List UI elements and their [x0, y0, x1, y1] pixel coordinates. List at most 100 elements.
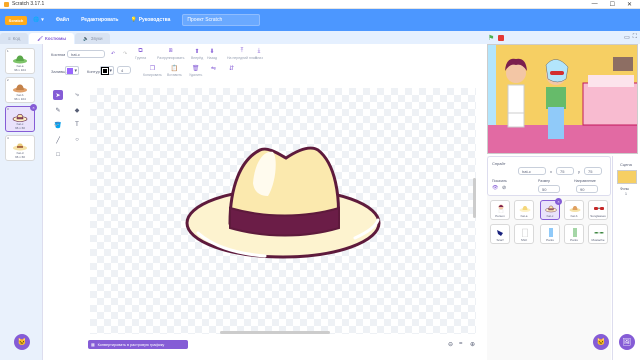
costume-name-input[interactable]: hat-c	[67, 50, 105, 58]
stop-icon[interactable]	[498, 34, 505, 41]
redo-icon[interactable]: ↷	[123, 51, 127, 57]
outline-color-picker[interactable]: ▾	[100, 66, 114, 75]
select-tool[interactable]: ➤	[53, 90, 63, 100]
vertical-scrollbar[interactable]	[473, 178, 476, 218]
eye-hidden-icon[interactable]: ⊘	[502, 185, 506, 191]
sprite-name-input[interactable]: hat-c	[518, 167, 546, 175]
rectangle-tool[interactable]: □	[53, 150, 63, 160]
stage-scene	[488, 45, 637, 153]
sprite-label: Спрайт	[492, 161, 506, 166]
sprite-item[interactable]: Sunglasses	[588, 200, 608, 220]
window-titlebar: Scratch 3.17.1 — ☐ ✕	[0, 0, 640, 9]
zoom-out-icon[interactable]: ⊖	[448, 341, 453, 348]
paste-button[interactable]: 📋 Вставить	[167, 65, 182, 77]
front-button[interactable]: ⤒ На передний план	[227, 48, 257, 60]
drawing-canvas[interactable]	[90, 88, 476, 334]
y-label: y	[578, 169, 580, 174]
text-tool[interactable]: T	[72, 120, 82, 130]
sunglasses-sprite-icon	[594, 207, 604, 210]
flip-horizontal-button[interactable]: ⇋	[211, 65, 216, 72]
add-backdrop-button[interactable]: 🖼	[619, 334, 635, 350]
undo-icon[interactable]: ↶	[111, 51, 115, 57]
minimize-button[interactable]: —	[592, 1, 598, 8]
scratch-logo[interactable]: Scratch	[5, 15, 27, 25]
close-button[interactable]: ✕	[627, 1, 632, 8]
eye-icon[interactable]: 👁	[492, 185, 498, 191]
add-sprite-button[interactable]: 🐱	[593, 334, 609, 350]
y-input[interactable]: 75	[584, 167, 602, 175]
sprite-item-selected[interactable]: hat-c ×	[540, 198, 562, 220]
sprite-item[interactable]: Mustache	[588, 224, 608, 244]
costume-item[interactable]: 2 hat-b 96 x 104	[5, 77, 35, 103]
backward-button[interactable]: ⬇ Назад	[207, 48, 217, 60]
costume-number: 4	[7, 136, 9, 140]
stage-selector[interactable]: Сцена Фоны 1 🖼	[612, 156, 640, 360]
bitmap-icon: ▦	[91, 343, 95, 347]
costume-item[interactable]: 1 hat-a 96 x 104	[5, 48, 35, 74]
brush-icon: ✎	[55, 107, 61, 114]
eraser-tool[interactable]: ◆	[72, 105, 82, 115]
pants-sprite-icon	[573, 228, 577, 237]
size-input[interactable]: 50	[538, 185, 560, 193]
x-input[interactable]: 75	[556, 167, 574, 175]
backdrop-thumbnail	[617, 170, 637, 184]
fullscreen-icon[interactable]: ⛶	[633, 34, 637, 41]
sprite-item[interactable]: Pants	[540, 224, 560, 244]
brush-tool[interactable]: ✎	[53, 105, 63, 115]
delete-sprite-icon[interactable]: ×	[555, 198, 562, 205]
costume-item[interactable]: 4 hat-d 96 x 60	[5, 135, 35, 161]
forward-button[interactable]: ⬆ Вперёд	[191, 48, 203, 60]
horizontal-scrollbar[interactable]	[220, 331, 330, 334]
fill-tool[interactable]: 🪣	[53, 120, 63, 130]
tab-sounds[interactable]: 🔈 Звуки	[75, 33, 111, 44]
stage-size-icon[interactable]: ▭	[624, 34, 630, 41]
costume-number: 1	[7, 49, 9, 53]
file-menu[interactable]: Файл	[56, 17, 69, 23]
project-title-input[interactable]: Проект Scratch	[182, 14, 261, 26]
copy-button[interactable]: ❐ Копировать	[143, 65, 162, 77]
edit-menu[interactable]: Редактировать	[81, 17, 118, 23]
tutorials-menu[interactable]: 💡 Руководства	[130, 17, 170, 23]
zoom-reset-icon[interactable]: =	[459, 341, 463, 347]
sprite-item[interactable]: hat-a	[514, 200, 534, 220]
hat-sprite-icon	[519, 205, 531, 212]
sprite-item[interactable]: hat-b	[564, 200, 584, 220]
delete-costume-icon[interactable]: ×	[30, 104, 37, 111]
hat-drawing[interactable]	[90, 88, 476, 334]
cat-icon: 🐱	[596, 339, 606, 346]
fill-color-picker[interactable]: ▾	[65, 66, 79, 75]
line-tool[interactable]: ╱	[53, 135, 63, 145]
sprite-item[interactable]: Pants	[564, 224, 584, 244]
convert-to-bitmap-button[interactable]: ▦ Конвертировать в растровую графику	[88, 340, 188, 349]
costume-label: Костюм	[51, 52, 66, 57]
fill-swatch	[67, 67, 74, 74]
sprite-name: hat-c	[546, 214, 554, 218]
tab-costumes[interactable]: 🖌 Костюмы	[29, 33, 75, 44]
zoom-in-icon[interactable]: ⊕	[470, 341, 475, 348]
copy-icon: ❐	[149, 66, 156, 72]
sprite-item[interactable]: Shirt	[514, 224, 534, 244]
circle-tool[interactable]: ○	[72, 135, 82, 145]
group-button[interactable]: ⧉ Группа	[135, 48, 146, 60]
green-flag-icon[interactable]: ⚑	[488, 34, 494, 42]
forward-label: Вперёд	[191, 56, 204, 60]
delete-button[interactable]: 🗑 Удалить	[189, 65, 202, 77]
sprite-item[interactable]: Person	[490, 200, 510, 220]
direction-label: Направление	[574, 179, 596, 183]
ungroup-button[interactable]: ⧈ Разгруппировать	[157, 48, 184, 60]
add-costume-button[interactable]: 🐱	[14, 334, 30, 350]
sprite-name: Person	[495, 214, 505, 218]
sprite-item[interactable]: Scarf	[490, 224, 510, 244]
reshape-tool[interactable]: ⤷	[72, 90, 82, 100]
tab-code[interactable]: ≡ Код	[0, 33, 29, 44]
direction-input[interactable]: 90	[576, 185, 598, 193]
back-button[interactable]: ⤓ Вниз	[255, 48, 263, 60]
costume-item-selected[interactable]: 3 × hat-c 96 x 60	[5, 104, 37, 132]
outline-size-input[interactable]: 4	[117, 66, 131, 74]
maximize-button[interactable]: ☐	[610, 1, 615, 8]
flip-horizontal-icon: ⇋	[211, 66, 217, 72]
stage-canvas[interactable]	[487, 44, 638, 154]
flip-vertical-button[interactable]: ⇵	[229, 65, 234, 72]
language-menu[interactable]: 🌐 ▾	[33, 17, 44, 23]
chevron-down-icon: ▾	[74, 67, 77, 74]
